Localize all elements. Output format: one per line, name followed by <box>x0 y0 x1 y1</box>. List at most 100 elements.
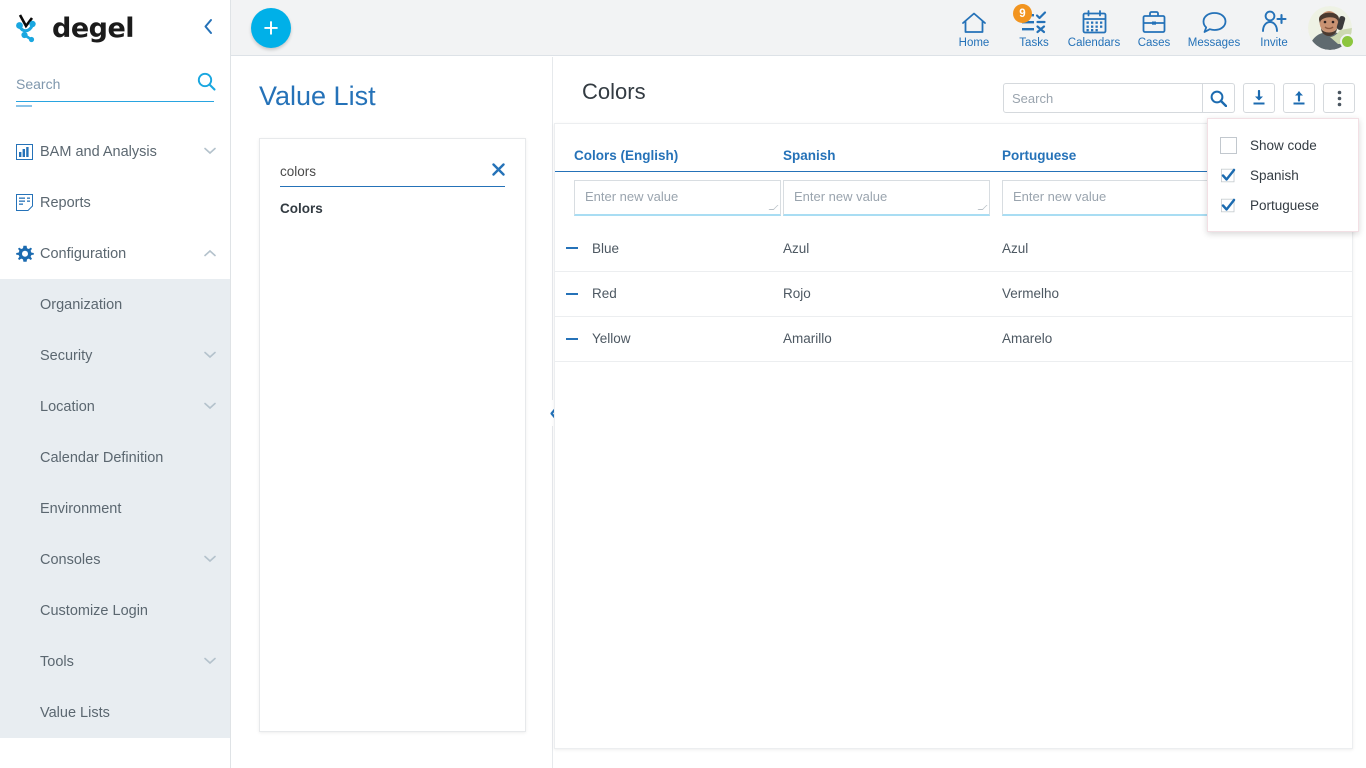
topnav-item-label: Calendars <box>1068 37 1120 49</box>
sidebar-item-configuration[interactable]: Configuration <box>0 228 230 279</box>
menu-item-portuguese[interactable]: Portuguese <box>1208 190 1358 220</box>
add-button[interactable]: + <box>251 8 291 48</box>
topnav-item-invite[interactable]: Invite <box>1244 0 1304 56</box>
cell-value-spanish: Amarillo <box>783 316 1002 361</box>
column-header-english[interactable]: Colors (English) <box>555 124 783 172</box>
topbar: + Home 9 Tasks <box>231 0 1366 56</box>
chevron-down-icon[interactable] <box>204 554 216 566</box>
tasks-badge: 9 <box>1013 4 1032 23</box>
brand-name: degel <box>52 13 134 44</box>
brand-header: degel <box>0 0 230 56</box>
cell-actions <box>1221 271 1352 316</box>
topnav-item-messages[interactable]: Messages <box>1184 0 1244 56</box>
upload-button[interactable] <box>1283 83 1315 113</box>
menu-item-label: Spanish <box>1250 168 1299 183</box>
column-header-spanish[interactable]: Spanish <box>783 124 1002 172</box>
table-row[interactable]: Blue Azul Azul <box>555 226 1352 271</box>
sidebar-item-scrolled-partial[interactable] <box>0 104 230 126</box>
chevron-down-icon[interactable] <box>204 656 216 668</box>
sidebar-collapse-button[interactable] <box>201 14 216 42</box>
search-icon[interactable] <box>197 72 216 96</box>
sidebar-item-label: Location <box>40 399 204 415</box>
sidebar-item-consoles[interactable]: Consoles <box>0 534 230 585</box>
sidebar-item-bam-and-analysis[interactable]: BAM and Analysis <box>0 126 230 177</box>
cell-english: Blue <box>555 226 783 271</box>
message-icon <box>1202 8 1227 34</box>
sidebar-item-label: Environment <box>40 501 216 517</box>
degel-logo-icon <box>16 12 50 44</box>
minus-icon[interactable] <box>566 338 578 340</box>
chevron-up-icon[interactable] <box>204 248 216 260</box>
sidebar-item-calendar-definition[interactable]: Calendar Definition <box>0 432 230 483</box>
status-online-indicator <box>1340 34 1355 49</box>
sidebar-item-reports[interactable]: Reports <box>0 177 230 228</box>
sidebar-item-security[interactable]: Security <box>0 330 230 381</box>
topnav-item-label: Messages <box>1188 37 1240 49</box>
cell-value-portuguese: Vermelho <box>1002 271 1221 316</box>
sidebar-item-label: Calendar Definition <box>40 450 216 466</box>
chevron-down-icon[interactable] <box>204 146 216 158</box>
minus-icon[interactable] <box>566 293 578 295</box>
checkbox-checked-icon[interactable] <box>1220 197 1237 214</box>
cell-english: Yellow <box>555 316 783 361</box>
topnav-item-cases[interactable]: Cases <box>1124 0 1184 56</box>
topnav-item-tasks[interactable]: 9 Tasks <box>1004 0 1064 56</box>
cell-value-portuguese: Amarelo <box>1002 316 1221 361</box>
new-value-input-spanish[interactable]: Enter new value <box>783 180 990 216</box>
column-header-portuguese[interactable]: Portuguese <box>1002 124 1221 172</box>
sidebar-search[interactable] <box>16 72 214 102</box>
checkbox-checked-icon[interactable] <box>1220 167 1237 184</box>
value-list-panel: Value List Colors <box>231 57 553 768</box>
colors-panel: Colors Show code <box>554 57 1366 768</box>
list-item[interactable]: Colors <box>280 187 505 216</box>
avatar[interactable] <box>1308 5 1354 51</box>
page-title: Value List <box>231 57 552 112</box>
sidebar-nav: BAM and Analysis Reports <box>0 104 230 768</box>
cell-actions <box>1221 226 1352 271</box>
cell-english: Red <box>555 271 783 316</box>
close-icon[interactable] <box>484 163 505 180</box>
search-button[interactable] <box>1203 83 1235 113</box>
search-input[interactable] <box>1012 91 1194 106</box>
sidebar-item-organization[interactable]: Organization <box>0 279 230 330</box>
partial-icon <box>16 104 40 110</box>
main-content: Value List Colors Colors <box>231 57 1366 768</box>
value-list-search[interactable] <box>280 163 505 187</box>
search-input[interactable] <box>16 76 197 92</box>
sidebar-item-tools[interactable]: Tools <box>0 636 230 687</box>
menu-item-show-code[interactable]: Show code <box>1208 130 1358 160</box>
sidebar-item-location[interactable]: Location <box>0 381 230 432</box>
search-field[interactable] <box>1003 83 1203 113</box>
topnav-item-calendars[interactable]: Calendars <box>1064 0 1124 56</box>
table-row[interactable]: Red Rojo Vermelho <box>555 271 1352 316</box>
download-button[interactable] <box>1243 83 1275 113</box>
checkbox-unchecked-icon[interactable] <box>1220 137 1237 154</box>
sidebar-item-label: Configuration <box>40 246 204 262</box>
bar-chart-icon <box>16 144 40 160</box>
more-options-button[interactable] <box>1323 83 1355 113</box>
sidebar-item-label: Consoles <box>40 552 204 568</box>
minus-icon[interactable] <box>566 247 578 249</box>
more-options-menu: Show code Spanish Portuguese <box>1207 118 1359 232</box>
sidebar-item-customize-login[interactable]: Customize Login <box>0 585 230 636</box>
sidebar-item-label: Security <box>40 348 204 364</box>
sidebar-item-environment[interactable]: Environment <box>0 483 230 534</box>
briefcase-icon <box>1142 8 1166 34</box>
resize-handle[interactable] <box>769 205 779 210</box>
sidebar-item-value-lists[interactable]: Value Lists <box>0 687 230 738</box>
new-value-input-english[interactable]: Enter new value <box>574 180 781 216</box>
chevron-down-icon[interactable] <box>204 401 216 413</box>
resize-handle[interactable] <box>978 205 988 210</box>
menu-item-spanish[interactable]: Spanish <box>1208 160 1358 190</box>
cell-value-english: Yellow <box>592 331 631 346</box>
topnav-item-home[interactable]: Home <box>944 0 1004 56</box>
new-value-input-portuguese[interactable]: Enter new value <box>1002 180 1209 216</box>
colors-toolbar <box>1003 83 1355 113</box>
new-value-cell-portuguese: Enter new value <box>1002 172 1221 227</box>
cell-value-spanish: Rojo <box>783 271 1002 316</box>
menu-item-label: Show code <box>1250 138 1317 153</box>
value-list-search-input[interactable] <box>280 164 484 179</box>
topnav-item-label: Home <box>959 37 990 49</box>
table-row[interactable]: Yellow Amarillo Amarelo <box>555 316 1352 361</box>
chevron-down-icon[interactable] <box>204 350 216 362</box>
